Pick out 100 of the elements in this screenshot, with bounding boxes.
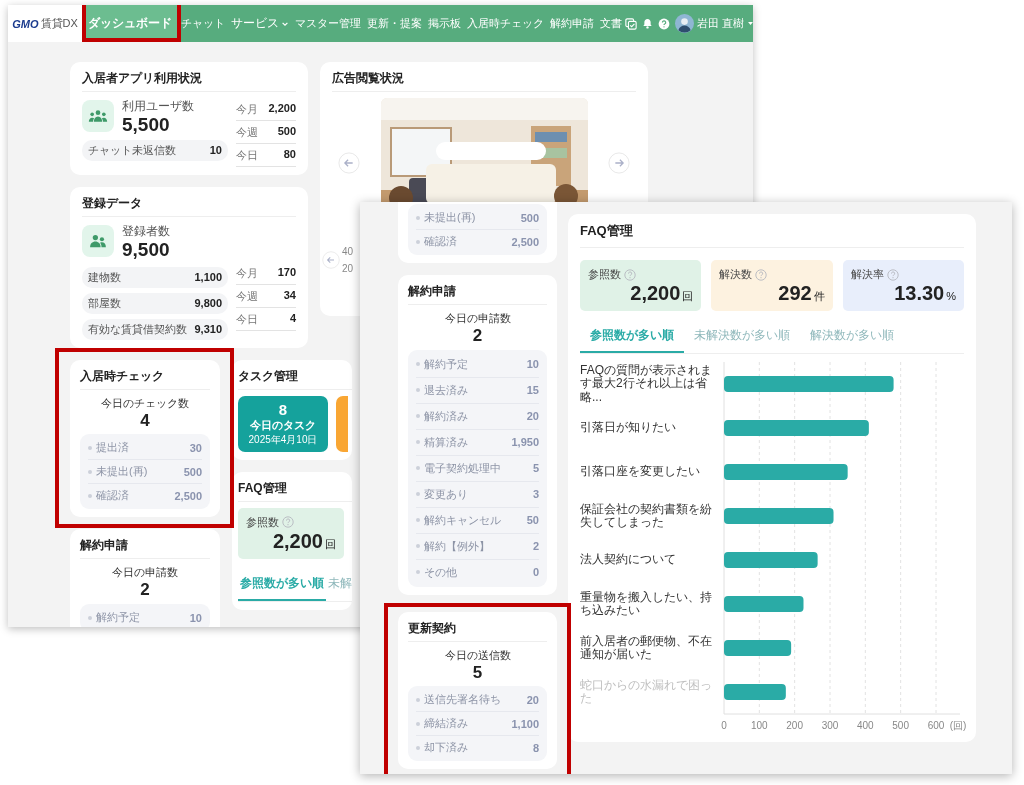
bell-icon[interactable] <box>642 18 653 29</box>
chart-category-label: FAQの質問が表示されます最大2行それ以上は省略... <box>580 362 713 406</box>
chart-category-label: 前入居者の郵便物、不在通知が届いた <box>580 632 713 663</box>
status-label: 解約キャンセル <box>416 512 501 528</box>
card-title: 登録データ <box>82 195 296 217</box>
stat-value: 13.30 <box>894 282 945 304</box>
today-count: 4 <box>139 410 151 431</box>
axis-tick-label: 100 <box>751 720 768 731</box>
today-label: 今日のチェック数 <box>100 395 190 411</box>
status-label: 電子契約処理中 <box>416 460 501 476</box>
sort-tab[interactable]: 未解決数が多い順 <box>684 321 800 353</box>
status-count: 10 <box>526 358 539 371</box>
chart-category-label: 法人契約について <box>580 551 677 569</box>
left-arrow-button[interactable] <box>322 251 340 269</box>
help-icon[interactable] <box>624 268 636 281</box>
nav-tab[interactable]: 掲示板 <box>425 5 464 42</box>
card-title: 更新契約 <box>408 619 547 642</box>
period-value: 80 <box>283 148 296 162</box>
period-value: 2,200 <box>268 102 296 116</box>
sort-tab[interactable]: 未解 <box>326 568 354 601</box>
today-label: 今日の送信数 <box>443 647 512 663</box>
right-arrow-button[interactable] <box>608 152 630 174</box>
metric-value: 5,500 <box>122 115 171 135</box>
stat-label: 参照数 <box>588 267 621 282</box>
status-count: 30 <box>189 442 202 454</box>
card-title: 入居時チェック <box>80 367 210 390</box>
stat-value: 2,200 <box>630 282 681 304</box>
logo[interactable]: GMO 賃貸DX <box>8 5 82 42</box>
pill-label: 建物数 <box>88 269 121 285</box>
card-title: FAQ管理 <box>238 479 352 502</box>
chart-bar <box>724 684 786 700</box>
stat-unit: 件 <box>813 290 825 302</box>
status-label: 解約予定 <box>416 356 468 372</box>
status-label: その他 <box>416 564 457 580</box>
nav-tab[interactable]: マスター管理 <box>292 5 364 42</box>
nav-tab[interactable]: 入居時チェック <box>464 5 547 42</box>
metric-value: 9,500 <box>122 240 170 260</box>
left-arrow-button[interactable] <box>338 152 360 174</box>
avatar <box>675 14 694 33</box>
period-label: 今日 <box>236 311 258 327</box>
stat-unit: % <box>946 290 956 302</box>
status-label: 解約【例外】 <box>416 538 490 554</box>
axis-tick-label: 600 <box>927 720 945 731</box>
status-label: 退去済み <box>416 382 468 398</box>
user-menu[interactable]: 岩田 直樹 <box>675 14 753 33</box>
status-count: 0 <box>532 566 539 579</box>
axis-tick-label: 500 <box>892 720 909 731</box>
pill-value: 10 <box>209 144 222 157</box>
today-count: 2 <box>471 326 484 346</box>
card-title: 解約申請 <box>80 537 210 560</box>
nav-tab[interactable]: 解約申請 <box>547 5 597 42</box>
today-label: 今日の申請数 <box>443 311 512 326</box>
sort-tab[interactable]: 参照数が多い順 <box>580 321 684 353</box>
axis-tick-label: 400 <box>857 720 874 731</box>
help-icon[interactable] <box>658 17 670 30</box>
sort-tab[interactable]: 参照数が多い順 <box>238 568 326 601</box>
nav-tab[interactable]: 更新・提案 <box>364 5 425 42</box>
copy-check-icon[interactable] <box>625 17 637 30</box>
status-label: 未提出(再) <box>416 210 476 225</box>
status-count: 5 <box>532 462 539 475</box>
nav-tab[interactable]: 文書 <box>597 5 625 42</box>
pill-label: 部屋数 <box>88 295 121 311</box>
chart-category-label: 保証会社の契約書類を紛失してしまった <box>580 500 713 531</box>
sort-tab[interactable]: 解決数が多い順 <box>800 321 904 353</box>
status-count: 2 <box>532 540 539 553</box>
stat-value: 2,200 <box>272 529 323 552</box>
nav-tab[interactable]: チャット <box>178 5 228 42</box>
axis-tick-label: 200 <box>786 720 803 731</box>
period-label: 今週 <box>236 288 258 304</box>
stat-label: 解決率 <box>850 267 884 282</box>
status-count: 1,100 <box>511 717 539 730</box>
pill-value: 1,100 <box>194 271 222 284</box>
card-title: FAQ管理 <box>580 222 964 248</box>
status-count: 8 <box>532 741 539 754</box>
axis-unit-label: (回) <box>949 720 967 731</box>
users-icon <box>88 109 108 124</box>
status-count: 15 <box>526 384 539 397</box>
card-title: 解約申請 <box>408 283 547 305</box>
help-icon[interactable] <box>282 516 294 529</box>
task-count: 8 <box>278 400 288 418</box>
nav-tab[interactable]: サービス <box>228 5 292 42</box>
task-date: 2025年4月10日 <box>248 432 318 447</box>
task-tile[interactable]: 8 今日のタスク 2025年4月10日 <box>238 395 328 452</box>
axis-tick-label: 0 <box>721 720 727 731</box>
status-count: 10 <box>189 611 202 624</box>
metric-label: 利用ユーザ数 <box>122 98 194 115</box>
chart-bar <box>724 640 792 656</box>
status-count: 50 <box>526 514 539 527</box>
today-count: 5 <box>471 662 484 683</box>
help-icon[interactable] <box>886 268 899 281</box>
period-value: 34 <box>283 288 296 303</box>
status-count: 2,500 <box>174 490 202 502</box>
period-value: 500 <box>277 125 296 139</box>
task-label: 今日のタスク <box>250 417 316 433</box>
help-icon[interactable] <box>755 268 768 281</box>
axis-tick-label: 20 <box>342 263 354 274</box>
period-label: 今日 <box>236 148 258 163</box>
pill-label: 有効な賃貸借契約数 <box>88 321 187 337</box>
status-count: 500 <box>520 211 539 224</box>
task-tile[interactable] <box>336 395 348 452</box>
